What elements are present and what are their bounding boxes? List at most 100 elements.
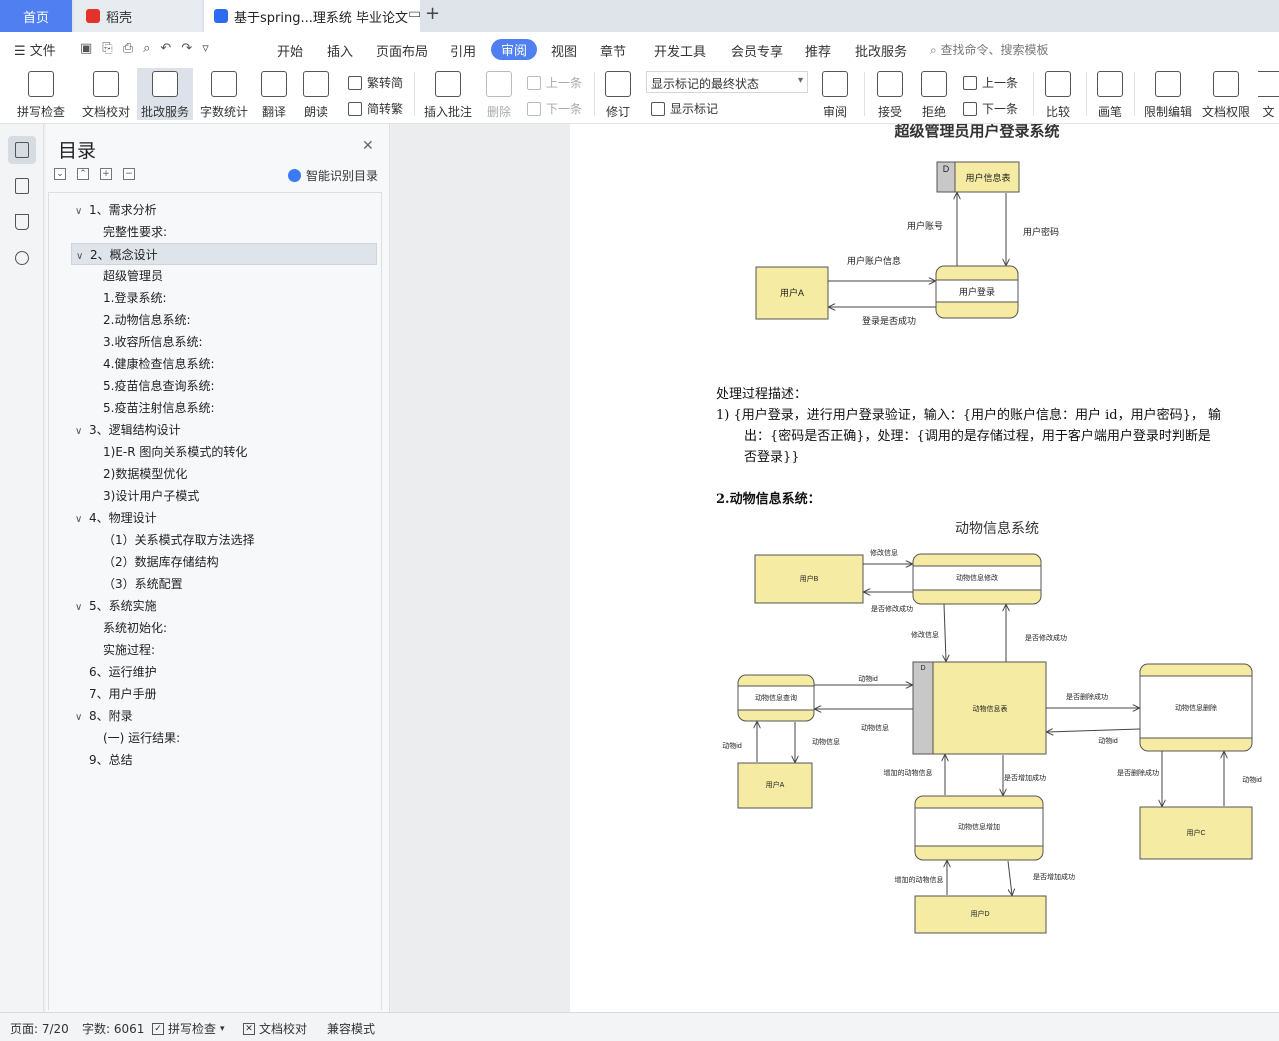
toc-item[interactable]: 1.登录系统: <box>71 287 377 309</box>
next-comment-button[interactable]: 下一条 <box>527 100 582 117</box>
prev-change-button[interactable]: 上一条 <box>963 74 1018 91</box>
read-aloud-button[interactable]: 朗读 <box>300 68 332 120</box>
translate-button[interactable]: 翻译 <box>256 68 292 120</box>
toc-item[interactable]: 7、用户手册 <box>71 683 377 705</box>
page-indicator[interactable]: 页面: 7/20 <box>10 1020 69 1037</box>
insert-comment-button[interactable]: 插入批注 <box>422 68 474 120</box>
print-icon[interactable]: ⎙ <box>123 41 133 56</box>
spell-check-button[interactable]: 拼写检查 <box>10 68 72 120</box>
menu-references[interactable]: 引用 <box>450 41 476 60</box>
chevron-down-icon[interactable]: ∨ <box>75 201 89 223</box>
toc-item[interactable]: （1）关系模式存取方法选择 <box>71 529 377 551</box>
show-markup-button[interactable]: 显示标记 <box>651 100 718 117</box>
menu-page-layout[interactable]: 页面布局 <box>376 41 428 60</box>
chapter-nav-button[interactable] <box>8 172 36 200</box>
toc-item-label: 1、需求分析 <box>89 203 157 217</box>
toc-item[interactable]: 5.疫苗注射信息系统: <box>71 397 377 419</box>
simp-to-trad-icon <box>348 101 362 116</box>
pen-button[interactable]: 画笔 <box>1094 68 1126 120</box>
compare-button[interactable]: 比较 <box>1040 68 1076 120</box>
menu-developer[interactable]: 开发工具 <box>654 41 706 60</box>
toc-item[interactable]: 系统初始化: <box>71 617 377 639</box>
correction-service-button[interactable]: 批改服务 <box>137 68 193 120</box>
preview-icon[interactable]: ⌕ <box>143 41 150 56</box>
add-heading-icon[interactable]: + <box>100 168 112 180</box>
markup-state-select[interactable]: 显示标记的最终状态 <box>646 71 808 93</box>
file-menu[interactable]: ☰ 文件 <box>14 40 56 59</box>
track-changes-button[interactable]: 修订 <box>600 68 636 120</box>
menu-start[interactable]: 开始 <box>277 41 303 60</box>
toc-item[interactable]: 2.动物信息系统: <box>71 309 377 331</box>
customize-icon[interactable]: ▿ <box>202 41 209 56</box>
find-nav-button[interactable] <box>8 244 36 272</box>
trad-to-simp-button[interactable]: 繁转简 <box>348 74 403 91</box>
tab-document[interactable]: 基于spring...理系统 毕业论文 <box>204 0 420 32</box>
menu-view[interactable]: 视图 <box>551 41 577 60</box>
save-icon[interactable]: ▣ <box>80 41 92 56</box>
toc-item[interactable]: 1)E-R 图向关系模式的转化 <box>71 441 377 463</box>
chevron-down-icon[interactable]: ∨ <box>75 421 89 443</box>
next-change-button[interactable]: 下一条 <box>963 100 1018 117</box>
export-icon[interactable]: ⎘ <box>102 41 112 56</box>
toc-item[interactable]: 4.健康检查信息系统: <box>71 353 377 375</box>
doc-check-button[interactable]: 文档校对 <box>78 68 134 120</box>
expand-all-icon[interactable]: ⌃ <box>77 168 89 180</box>
more-ribbon-button[interactable]: 文 <box>1258 68 1279 120</box>
reject-button[interactable]: 拒绝 <box>916 68 952 120</box>
word-count-indicator[interactable]: 字数: 6061 <box>82 1020 144 1037</box>
smart-toc-button[interactable]: 智能识别目录 <box>288 167 378 184</box>
toc-item[interactable]: 完整性要求: <box>71 221 377 243</box>
toc-item[interactable]: ∨ 4、物理设计 <box>71 507 377 529</box>
toc-item[interactable]: (一) 运行结果: <box>71 727 377 749</box>
bookmark-nav-button[interactable] <box>8 208 36 236</box>
status-spell-check[interactable]: ✓ 拼写检查 ▾ <box>152 1020 225 1037</box>
tab-home[interactable]: 首页 <box>0 0 72 32</box>
chevron-down-icon[interactable]: ∨ <box>75 509 89 531</box>
chevron-down-icon[interactable]: ∨ <box>75 707 89 729</box>
undo-icon[interactable]: ↶ <box>160 41 171 56</box>
menu-member[interactable]: 会员专享 <box>731 41 783 60</box>
toc-item[interactable]: ∨ 1、需求分析 <box>71 199 377 221</box>
prev-comment-button[interactable]: 上一条 <box>527 74 582 91</box>
toc-item[interactable]: 实施过程: <box>71 639 377 661</box>
toc-item[interactable]: ∨ 5、系统实施 <box>71 595 377 617</box>
remove-heading-icon[interactable]: − <box>123 168 135 180</box>
menu-chapter[interactable]: 章节 <box>600 41 626 60</box>
doc-permission-button[interactable]: 文档权限 <box>1200 68 1252 120</box>
toc-item[interactable]: 5.疫苗信息查询系统: <box>71 375 377 397</box>
toc-item[interactable]: 2)数据模型优化 <box>71 463 377 485</box>
toc-item[interactable]: （3）系统配置 <box>71 573 377 595</box>
toc-item[interactable]: 6、运行维护 <box>71 661 377 683</box>
toc-item[interactable]: 9、总结 <box>71 749 377 771</box>
chevron-down-icon[interactable]: ∨ <box>75 597 89 619</box>
close-icon[interactable]: ✕ <box>362 138 374 154</box>
new-tab-button[interactable]: + <box>425 3 440 24</box>
word-count-button[interactable]: 字数统计 <box>197 68 251 120</box>
command-search[interactable]: ⌕ 查找命令、搜索模板 <box>930 41 1049 58</box>
review-pane-button[interactable]: 审阅 <box>816 68 854 120</box>
collapse-all-icon[interactable]: ⌄ <box>54 168 66 180</box>
toc-item[interactable]: 超级管理员 <box>71 265 377 287</box>
menu-review[interactable]: 审阅 <box>491 39 538 60</box>
toc-item[interactable]: 3.收容所信息系统: <box>71 331 377 353</box>
status-doc-check[interactable]: ✕ 文档校对 <box>243 1020 307 1037</box>
toc-item[interactable]: ∨ 2、概念设计 <box>71 243 377 265</box>
toc-nav-button[interactable] <box>8 136 36 164</box>
tab-window-icon[interactable]: ▭ <box>408 6 421 22</box>
restrict-editing-button[interactable]: 限制编辑 <box>1142 68 1194 120</box>
toc-item[interactable]: 3)设计用户子模式 <box>71 485 377 507</box>
accept-button[interactable]: 接受 <box>872 68 908 120</box>
toc-item[interactable]: ∨ 3、逻辑结构设计 <box>71 419 377 441</box>
ribbon-divider <box>414 72 415 116</box>
toc-item[interactable]: （2）数据库存储结构 <box>71 551 377 573</box>
menu-insert[interactable]: 插入 <box>327 41 353 60</box>
menu-correction[interactable]: 批改服务 <box>855 41 907 60</box>
toc-item[interactable]: ∨ 8、附录 <box>71 705 377 727</box>
toc-item-label: 4.健康检查信息系统: <box>103 357 215 371</box>
delete-comment-button[interactable]: 删除 <box>481 68 517 120</box>
add-process-label: 动物信息增加 <box>958 822 1000 831</box>
redo-icon[interactable]: ↷ <box>181 41 192 56</box>
tab-daoke[interactable]: 稻壳 <box>74 0 202 32</box>
menu-recommend[interactable]: 推荐 <box>805 41 831 60</box>
simp-to-trad-button[interactable]: 简转繁 <box>348 100 403 117</box>
